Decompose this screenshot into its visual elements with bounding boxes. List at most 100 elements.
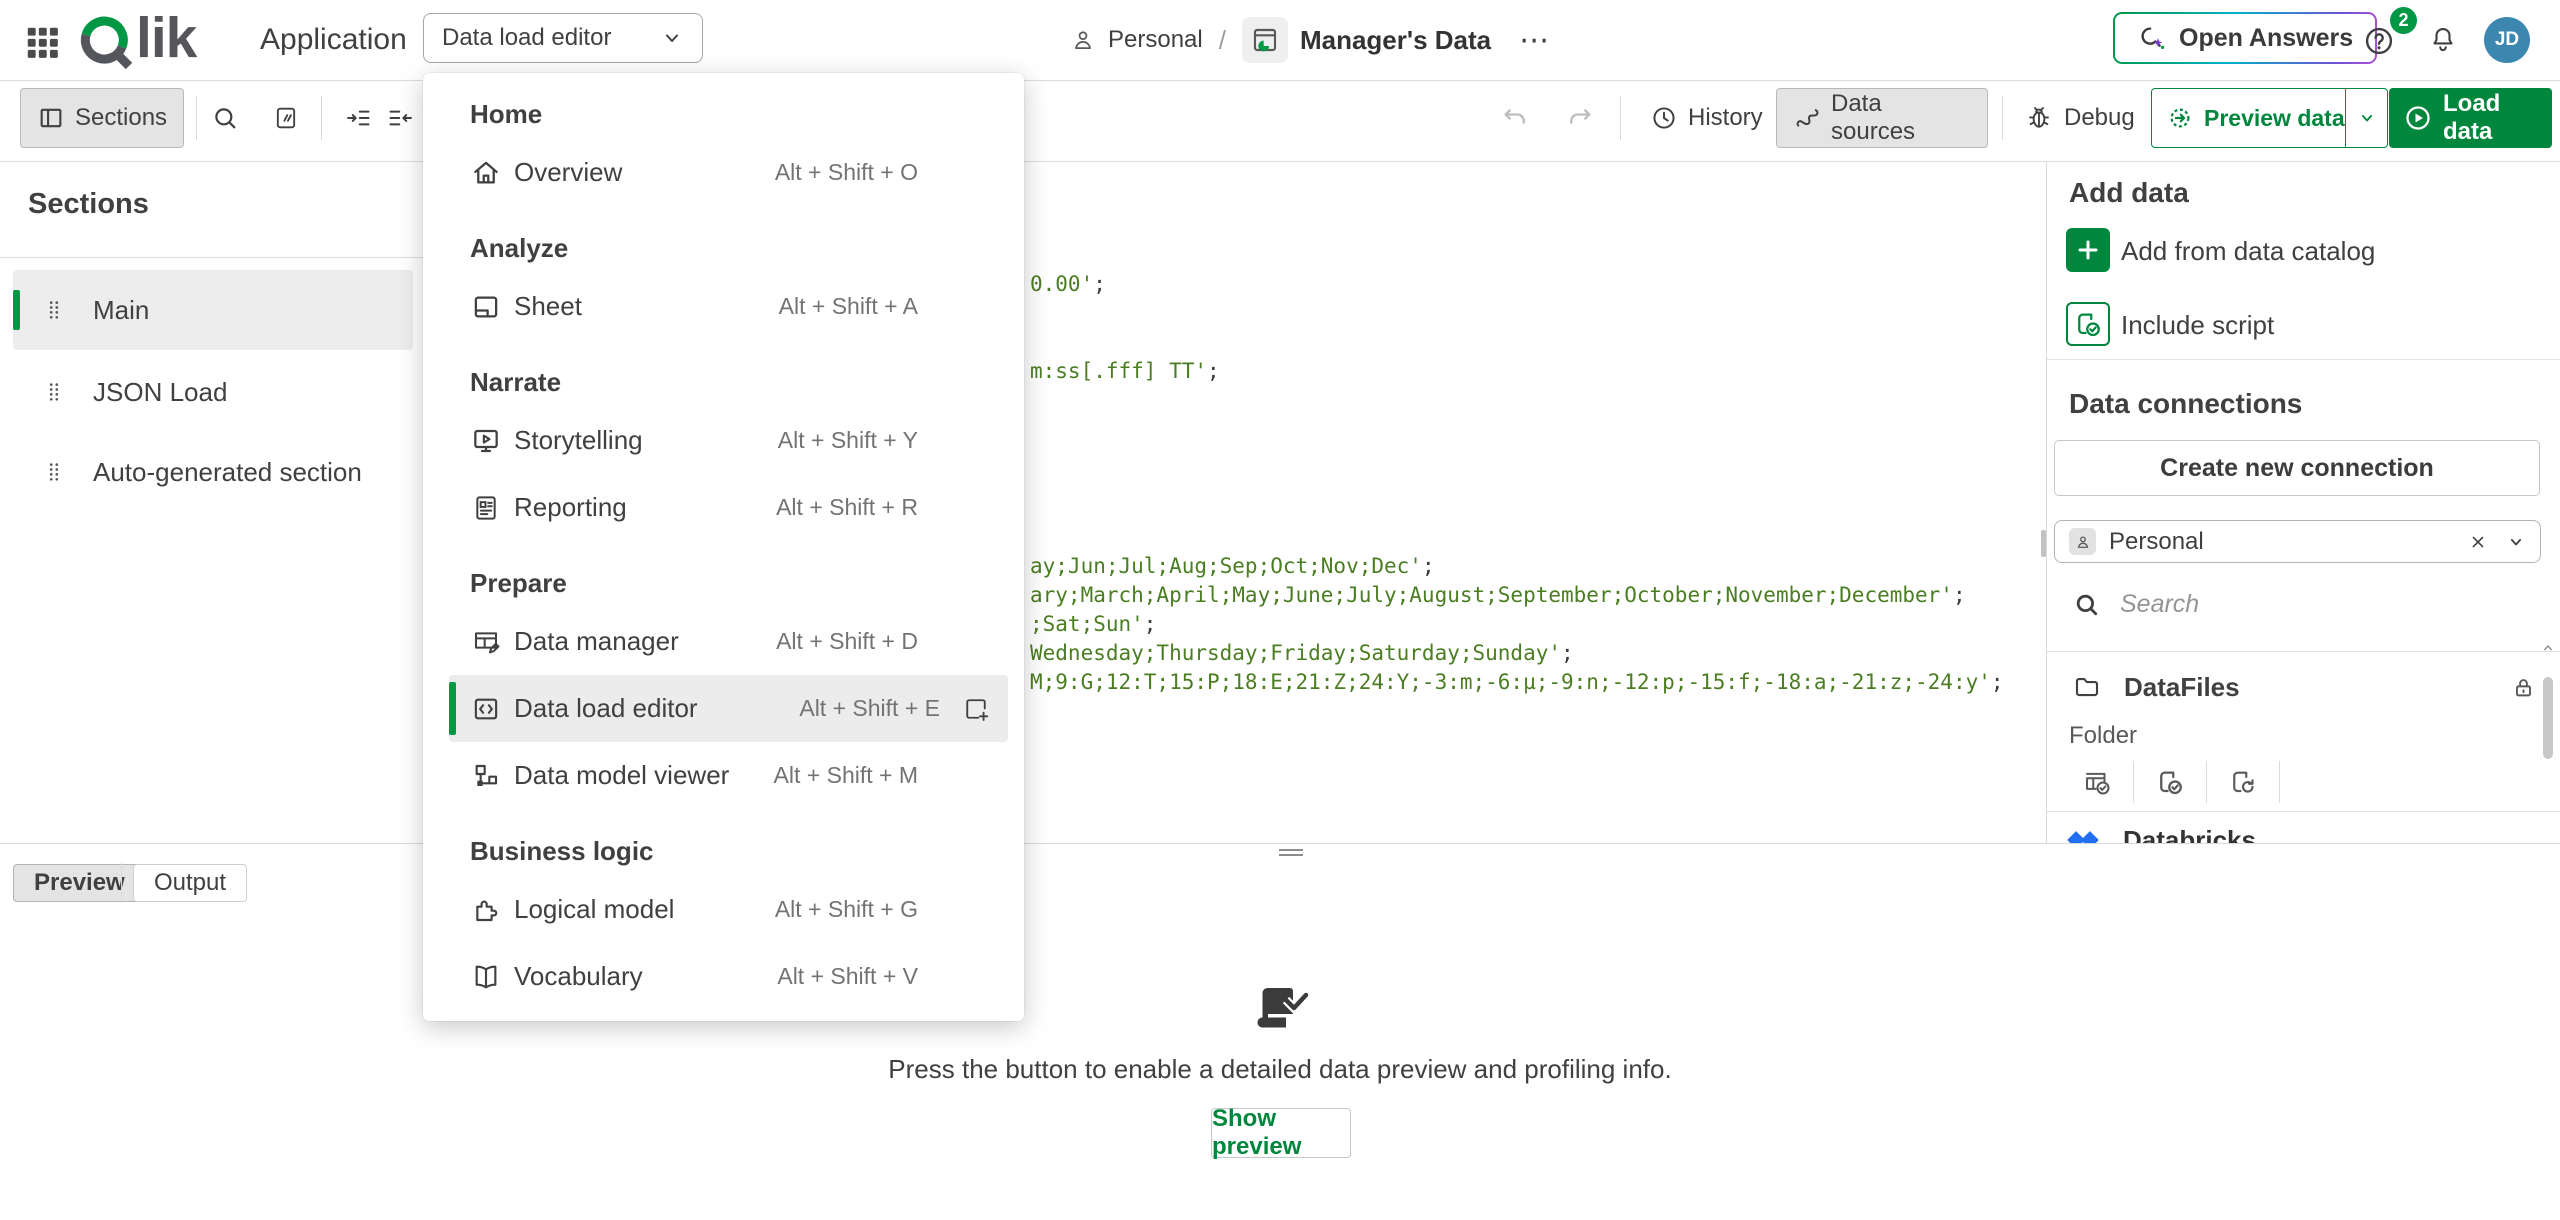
open-new-tab-icon[interactable] bbox=[962, 695, 990, 723]
sections-title: Sections bbox=[28, 188, 149, 221]
splitter-handle[interactable] bbox=[1279, 849, 1303, 857]
sections-toggle-button[interactable]: Sections bbox=[20, 88, 184, 148]
include-script-label[interactable]: Include script bbox=[2121, 310, 2274, 341]
help-button[interactable] bbox=[2362, 24, 2396, 58]
undo-button[interactable] bbox=[1494, 97, 1536, 139]
menu-item-logical-model[interactable]: Logical modelAlt + Shift + G bbox=[449, 876, 1008, 943]
space-avatar bbox=[2069, 528, 2096, 555]
scrollbar-thumb[interactable] bbox=[2543, 677, 2553, 759]
add-from-catalog-label[interactable]: Add from data catalog bbox=[2121, 236, 2375, 267]
data-sources-button[interactable]: Data sources bbox=[1776, 88, 1988, 148]
preview-data-menu-button[interactable] bbox=[2345, 89, 2387, 147]
indent-button[interactable] bbox=[337, 97, 379, 139]
connection-search[interactable] bbox=[2073, 583, 2513, 625]
space-filter[interactable]: Personal bbox=[2054, 520, 2541, 563]
bell-icon bbox=[2428, 24, 2460, 54]
outdent-icon bbox=[387, 104, 415, 132]
include-script-button[interactable] bbox=[2066, 302, 2110, 346]
data-connections-title: Data connections bbox=[2069, 388, 2302, 420]
scroll-up-icon[interactable] bbox=[2540, 640, 2556, 656]
toolbar-divider bbox=[2002, 96, 2003, 140]
view-selector[interactable]: Data load editor bbox=[423, 13, 703, 63]
table-check-icon[interactable] bbox=[2061, 767, 2133, 797]
section-item-json-load[interactable]: JSON Load bbox=[13, 352, 413, 432]
menu-item-shortcut: Alt + Shift + M bbox=[774, 762, 918, 789]
connection-type-label: Folder bbox=[2069, 722, 2137, 750]
drag-handle-icon[interactable] bbox=[42, 380, 66, 404]
chevron-down-icon bbox=[2357, 108, 2377, 128]
drag-handle-icon[interactable] bbox=[42, 298, 66, 322]
plus-icon bbox=[2075, 237, 2101, 263]
menu-item-label: Logical model bbox=[514, 894, 674, 925]
comment-icon bbox=[272, 104, 300, 132]
breadcrumb-app-name[interactable]: Manager's Data bbox=[1300, 25, 1491, 56]
open-answers-button[interactable]: Open Answers bbox=[2113, 12, 2377, 64]
menu-item-label: Reporting bbox=[514, 492, 627, 523]
preview-data-button[interactable]: Preview data bbox=[2151, 88, 2388, 148]
menu-item-data-load-editor[interactable]: Data load editorAlt + Shift + E bbox=[449, 675, 1008, 742]
menu-item-overview[interactable]: OverviewAlt + Shift + O bbox=[449, 139, 1008, 206]
search-icon bbox=[211, 104, 239, 132]
question-icon bbox=[2362, 24, 2396, 58]
code-line: ary;March;April;May;June;July;August;Sep… bbox=[1030, 581, 1966, 610]
connection-item-databricks[interactable]: Databricks bbox=[2047, 818, 2537, 843]
menu-item-shortcut: Alt + Shift + R bbox=[776, 494, 918, 521]
sections-sidebar: Sections MainJSON Load Auto-generated sec… bbox=[0, 162, 425, 843]
menu-item-reporting[interactable]: Reporting Alt + Shift + R bbox=[449, 474, 1008, 541]
answers-sparkle-icon bbox=[2137, 23, 2167, 53]
show-preview-button[interactable]: Show preview bbox=[1211, 1108, 1351, 1158]
data-sources-label: Data sources bbox=[1831, 90, 1971, 146]
clear-filter-icon[interactable] bbox=[2468, 532, 2488, 552]
menu-item-shortcut: Alt + Shift + V bbox=[777, 963, 918, 990]
breadcrumb-overflow-button[interactable]: ⋯ bbox=[1519, 23, 1551, 58]
menu-item-storytelling[interactable]: StorytellingAlt + Shift + Y bbox=[449, 407, 1008, 474]
script-check-icon[interactable] bbox=[2134, 767, 2206, 797]
breadcrumb-space[interactable]: Personal bbox=[1108, 26, 1203, 54]
data-manager-icon bbox=[470, 626, 502, 658]
app-switcher-icon[interactable] bbox=[22, 22, 62, 62]
qlik-q-mark bbox=[78, 11, 134, 69]
history-button[interactable]: History bbox=[1634, 88, 1779, 148]
person-icon bbox=[1070, 27, 1096, 53]
app-section-label: Application bbox=[260, 0, 407, 80]
menu-item-sheet[interactable]: SheetAlt + Shift + A bbox=[449, 273, 1008, 340]
redo-button[interactable] bbox=[1559, 97, 1601, 139]
drag-handle-icon[interactable] bbox=[42, 460, 66, 484]
debug-button[interactable]: Debug bbox=[2008, 88, 2151, 148]
create-connection-button[interactable]: Create new connection bbox=[2054, 440, 2540, 496]
add-from-catalog-button[interactable] bbox=[2066, 228, 2110, 272]
notifications-button[interactable] bbox=[2428, 24, 2460, 56]
search-button[interactable] bbox=[204, 97, 246, 139]
menu-section-header: Prepare bbox=[423, 559, 1024, 608]
avatar[interactable]: JD bbox=[2484, 17, 2530, 63]
section-item-main[interactable]: Main bbox=[13, 270, 413, 350]
add-data-title: Add data bbox=[2069, 177, 2189, 209]
outdent-button[interactable] bbox=[380, 97, 422, 139]
person-icon bbox=[2074, 533, 2092, 551]
tab-output[interactable]: Output bbox=[133, 864, 247, 902]
comment-button[interactable] bbox=[265, 97, 307, 139]
menu-item-vocabulary[interactable]: VocabularyAlt + Shift + V bbox=[449, 943, 1008, 1010]
section-item-label: Auto-generated section bbox=[93, 457, 362, 488]
connections-scrollbar[interactable] bbox=[2543, 657, 2553, 843]
panel-splitter-handle[interactable] bbox=[2041, 530, 2046, 557]
menu-section-header: Home bbox=[423, 90, 1024, 139]
preview-panel: PreviewOutput Press the button to enable… bbox=[0, 843, 2560, 1220]
section-item-auto-generated-section[interactable]: Auto-generated section bbox=[13, 432, 413, 512]
chevron-down-icon[interactable] bbox=[2506, 532, 2526, 552]
script-refresh-icon[interactable] bbox=[2207, 767, 2279, 797]
connection-item-datafiles[interactable]: DataFiles bbox=[2047, 662, 2537, 712]
menu-item-data-model-viewer[interactable]: Data model viewerAlt + Shift + M bbox=[449, 742, 1008, 809]
undo-icon bbox=[1501, 104, 1529, 132]
bug-icon bbox=[2024, 103, 2054, 133]
data-model-icon bbox=[470, 760, 502, 792]
tab-preview[interactable]: Preview bbox=[13, 864, 146, 902]
menu-item-data-manager[interactable]: Data managerAlt + Shift + D bbox=[449, 608, 1008, 675]
code-line: Wednesday;Thursday;Friday;Saturday;Sunda… bbox=[1030, 639, 1574, 668]
connection-search-input[interactable] bbox=[2118, 589, 2442, 620]
menu-section-header: Narrate bbox=[423, 358, 1024, 407]
load-data-button[interactable]: Load data bbox=[2389, 88, 2552, 148]
connection-actions bbox=[2061, 760, 2280, 804]
menu-section-header: Business logic bbox=[423, 827, 1024, 876]
menu-item-label: Overview bbox=[514, 157, 622, 188]
